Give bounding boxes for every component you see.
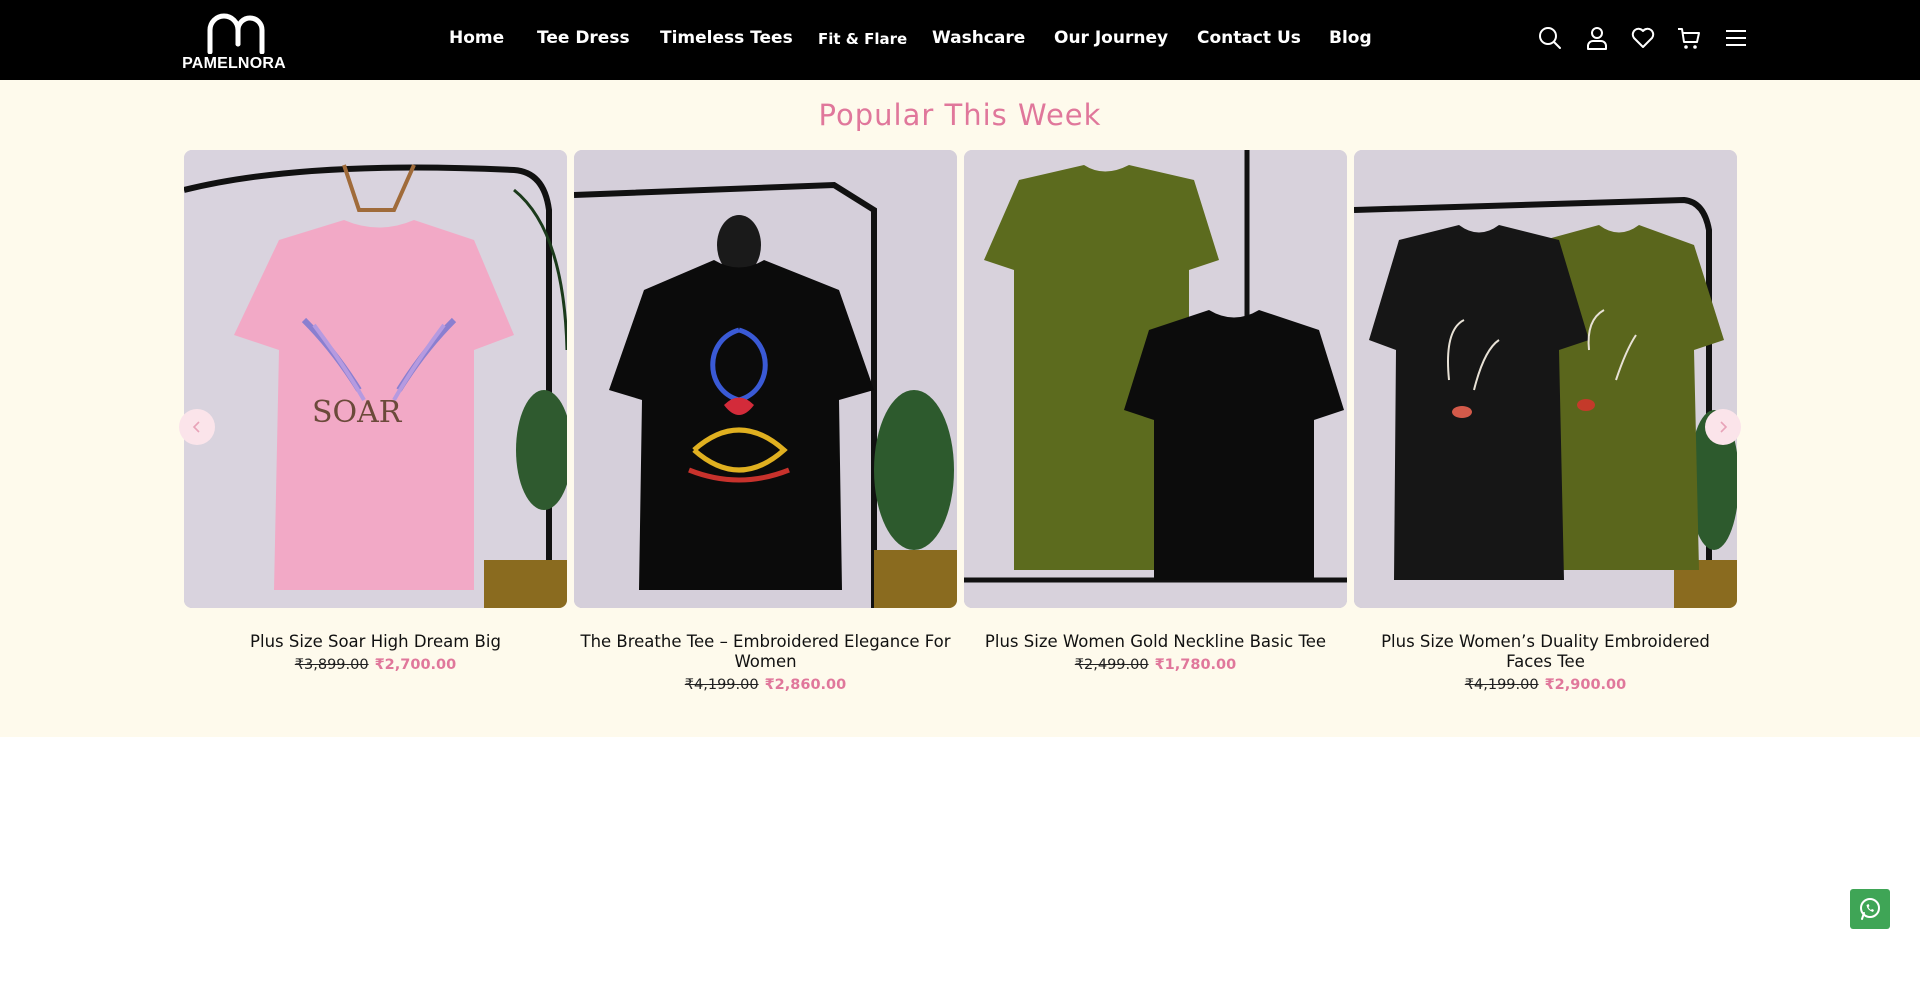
- product-name[interactable]: Plus Size Soar High Dream Big: [184, 632, 567, 652]
- product-card[interactable]: Plus Size Women’s Duality Embroidered Fa…: [1354, 150, 1737, 693]
- product-image[interactable]: SOAR: [184, 150, 567, 608]
- whatsapp-icon: [1860, 898, 1880, 920]
- product-card[interactable]: The Breathe Tee – Embroidered Elegance F…: [574, 150, 957, 693]
- nav-blog[interactable]: Blog: [1329, 28, 1372, 48]
- site-header: PAMELNORA Home Tee Dress Timeless Tees F…: [0, 0, 1920, 80]
- product-prices: ₹4,199.00 ₹2,900.00: [1354, 677, 1737, 693]
- sale-price: ₹1,780.00: [1154, 657, 1237, 673]
- product-image[interactable]: [574, 150, 957, 608]
- sale-price: ₹2,860.00: [764, 677, 847, 693]
- product-image[interactable]: [1354, 150, 1737, 608]
- cart-icon[interactable]: [1676, 25, 1702, 51]
- brand-logo[interactable]: PAMELNORA: [180, 8, 288, 74]
- menu-icon[interactable]: [1723, 25, 1749, 51]
- faces-tees-image: [1354, 150, 1737, 608]
- product-card[interactable]: SOAR Plus Size Soar High Dream Big ₹3,89…: [184, 150, 567, 673]
- product-image[interactable]: [964, 150, 1347, 608]
- nav-contact-us[interactable]: Contact Us: [1197, 28, 1301, 48]
- search-icon[interactable]: [1537, 25, 1563, 51]
- product-prices: ₹4,199.00 ₹2,860.00: [574, 677, 957, 693]
- nav-home[interactable]: Home: [449, 28, 504, 48]
- nav-fit-flare[interactable]: Fit & Flare: [818, 30, 907, 48]
- nav-timeless-tees[interactable]: Timeless Tees: [660, 28, 793, 48]
- svg-text:SOAR: SOAR: [312, 395, 403, 430]
- brand-name: PAMELNORA: [182, 55, 286, 72]
- popular-section: Popular This Week SOAR Plus Size Soar Hi…: [0, 80, 1920, 737]
- product-name[interactable]: Plus Size Women Gold Neckline Basic Tee: [964, 632, 1347, 652]
- product-name[interactable]: Plus Size Women’s Duality Embroidered Fa…: [1354, 632, 1737, 672]
- old-price: ₹4,199.00: [684, 677, 759, 693]
- black-tee-image: [574, 150, 957, 608]
- olive-black-tees-image: [964, 150, 1347, 608]
- old-price: ₹3,899.00: [294, 657, 369, 673]
- nav-washcare[interactable]: Washcare: [932, 28, 1025, 48]
- carousel-next-button[interactable]: [1705, 409, 1741, 445]
- old-price: ₹2,499.00: [1074, 657, 1149, 673]
- sale-price: ₹2,900.00: [1544, 677, 1627, 693]
- nav-tee-dress[interactable]: Tee Dress: [537, 28, 630, 48]
- sale-price: ₹2,700.00: [374, 657, 457, 673]
- product-card[interactable]: Plus Size Women Gold Neckline Basic Tee …: [964, 150, 1347, 673]
- product-name[interactable]: The Breathe Tee – Embroidered Elegance F…: [574, 632, 957, 672]
- product-prices: ₹2,499.00 ₹1,780.00: [964, 657, 1347, 673]
- pink-tee-image: SOAR: [184, 150, 567, 608]
- section-title: Popular This Week: [818, 98, 1102, 132]
- carousel-prev-button[interactable]: [179, 409, 215, 445]
- whatsapp-button[interactable]: [1850, 889, 1890, 929]
- account-icon[interactable]: [1584, 25, 1610, 51]
- pn-logo-icon: [207, 13, 265, 54]
- chevron-left-icon: [192, 421, 200, 433]
- old-price: ₹4,199.00: [1464, 677, 1539, 693]
- wishlist-icon[interactable]: [1630, 25, 1656, 51]
- chevron-right-icon: [1720, 421, 1728, 433]
- product-prices: ₹3,899.00 ₹2,700.00: [184, 657, 567, 673]
- nav-our-journey[interactable]: Our Journey: [1054, 28, 1168, 48]
